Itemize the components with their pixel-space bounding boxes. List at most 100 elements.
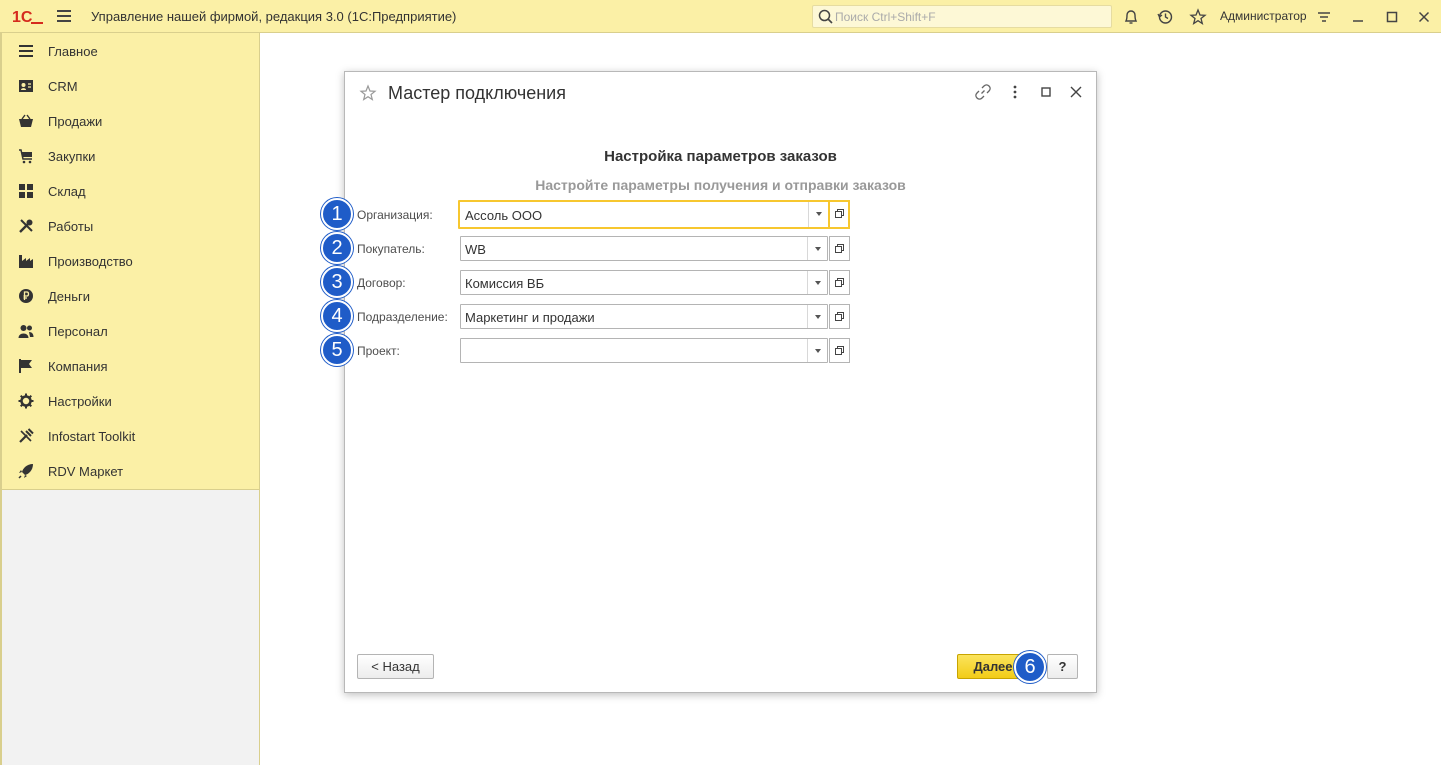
tools-icon xyxy=(19,219,33,233)
sidebar-item-label: Производство xyxy=(48,254,133,269)
sidebar-item-label: Продажи xyxy=(48,114,103,129)
sidebar-item-label: Главное xyxy=(48,44,98,59)
sidebar-item-personnel[interactable]: Персонал xyxy=(2,313,260,348)
open-window-icon xyxy=(835,244,844,253)
search-input[interactable] xyxy=(835,8,1105,26)
buyer-field[interactable]: WB xyxy=(460,236,828,261)
sidebar-item-label: Компания xyxy=(48,359,108,374)
sidebar-item-company[interactable]: Компания xyxy=(2,348,260,383)
open-window-icon xyxy=(835,346,844,355)
boxes-icon xyxy=(19,184,33,198)
global-search[interactable] xyxy=(812,5,1112,28)
open-window-icon xyxy=(835,278,844,287)
dialog-title: Мастер подключения xyxy=(388,83,566,103)
dropdown-arrow-icon[interactable] xyxy=(808,202,828,227)
sidebar-item-crm[interactable]: CRM xyxy=(2,68,260,103)
sidebar-item-rdv-market[interactable]: RDV Маркет xyxy=(2,453,260,488)
open-contract-button[interactable] xyxy=(829,270,850,295)
contact-card-icon xyxy=(19,80,33,92)
open-organization-button[interactable] xyxy=(829,200,850,229)
menu-lines-icon xyxy=(19,45,33,57)
main-menu-icon[interactable] xyxy=(57,10,71,22)
gear-icon xyxy=(18,393,34,409)
maximize-icon[interactable] xyxy=(1383,8,1401,26)
sidebar-item-settings[interactable]: Настройки xyxy=(2,383,260,418)
field-label: Организация: xyxy=(357,208,433,222)
field-value: Ассоль ООО xyxy=(465,208,543,223)
dropdown-arrow-icon[interactable] xyxy=(807,237,827,260)
flag-icon xyxy=(19,359,32,373)
sidebar-item-main[interactable]: Главное xyxy=(2,33,260,68)
open-window-icon xyxy=(835,312,844,321)
sidebar-item-label: RDV Маркет xyxy=(48,464,124,479)
open-department-button[interactable] xyxy=(829,304,850,329)
dropdown-arrow-icon[interactable] xyxy=(807,339,827,362)
cart-icon xyxy=(19,149,32,164)
sidebar-item-label: Персонал xyxy=(48,324,108,339)
sidebar-item-label: CRM xyxy=(48,79,78,94)
sidebar-item-warehouse[interactable]: Склад xyxy=(2,173,260,208)
field-value: WB xyxy=(465,242,486,257)
project-field[interactable] xyxy=(460,338,828,363)
sidebar-item-money[interactable]: Деньги xyxy=(2,278,260,313)
top-bar: 1С Управление нашей фирмой, редакция 3.0… xyxy=(0,0,1441,33)
field-label: Покупатель: xyxy=(357,242,425,256)
sidebar-item-purchases[interactable]: Закупки xyxy=(2,138,260,173)
field-row-buyer: Покупатель: WB xyxy=(345,235,1096,265)
bell-icon[interactable] xyxy=(1122,8,1140,26)
people-icon xyxy=(18,325,34,338)
step-badge: 5 xyxy=(321,334,353,366)
dropdown-arrow-icon[interactable] xyxy=(807,271,827,294)
search-icon xyxy=(818,9,833,24)
contract-field[interactable]: Комиссия ВБ xyxy=(460,270,828,295)
organization-field[interactable]: Ассоль ООО xyxy=(458,200,830,229)
current-user[interactable]: Администратор xyxy=(1220,9,1307,23)
sections-panel: Главное CRM Продажи Закупки Склад Работы… xyxy=(0,33,260,489)
history-icon[interactable] xyxy=(1156,8,1174,26)
app-title: Управление нашей фирмой, редакция 3.0 (1… xyxy=(91,9,457,24)
open-project-button[interactable] xyxy=(829,338,850,363)
field-row-contract: Договор: Комиссия ВБ xyxy=(345,269,1096,299)
settings-menu-icon[interactable] xyxy=(1315,8,1333,26)
1c-logo-icon[interactable]: 1С xyxy=(12,7,44,25)
basket-icon xyxy=(19,114,33,127)
field-label: Договор: xyxy=(357,276,406,290)
link-icon[interactable] xyxy=(974,83,992,101)
sidebar-item-label: Деньги xyxy=(48,289,90,304)
dropdown-arrow-icon[interactable] xyxy=(807,305,827,328)
minimize-icon[interactable] xyxy=(1349,8,1367,26)
ruble-icon xyxy=(19,289,33,303)
close-icon[interactable] xyxy=(1415,8,1433,26)
back-button[interactable]: < Назад xyxy=(357,654,434,679)
field-value: Комиссия ВБ xyxy=(465,276,545,291)
dialog-close-icon[interactable] xyxy=(1067,83,1085,101)
rocket-icon xyxy=(18,464,33,479)
field-label: Проект: xyxy=(357,344,400,358)
step-badge: 3 xyxy=(321,266,353,298)
department-field[interactable]: Маркетинг и продажи xyxy=(460,304,828,329)
sidebar-item-works[interactable]: Работы xyxy=(2,208,260,243)
connection-wizard-dialog: Мастер подключения Настройка параметров … xyxy=(321,71,1097,693)
sidebar-item-label: Настройки xyxy=(48,394,112,409)
factory-icon xyxy=(19,255,33,268)
sidebar-item-infostart-toolkit[interactable]: Infostart Toolkit xyxy=(2,418,260,453)
sidebar-item-label: Infostart Toolkit xyxy=(48,429,136,444)
sidebar-empty-area xyxy=(0,489,260,765)
step-badge: 6 xyxy=(1014,651,1046,683)
sidebar-item-label: Склад xyxy=(48,184,86,199)
sidebar-item-sales[interactable]: Продажи xyxy=(2,103,260,138)
form-subheading: Настройте параметры получения и отправки… xyxy=(535,177,906,193)
more-actions-icon[interactable] xyxy=(1006,83,1024,101)
star-icon[interactable] xyxy=(1189,8,1207,26)
step-badge: 2 xyxy=(321,232,353,264)
field-row-organization: Организация: Ассоль ООО xyxy=(345,200,1096,231)
sidebar-item-label: Работы xyxy=(48,219,94,234)
favorite-star-icon[interactable] xyxy=(359,84,377,102)
svg-text:1С: 1С xyxy=(12,9,33,25)
field-row-project: Проект: xyxy=(345,337,1096,367)
help-button[interactable]: ? xyxy=(1047,654,1078,679)
field-label: Подразделение: xyxy=(357,310,448,324)
sidebar-item-production[interactable]: Производство xyxy=(2,243,260,278)
dialog-maximize-icon[interactable] xyxy=(1037,83,1055,101)
open-buyer-button[interactable] xyxy=(829,236,850,261)
